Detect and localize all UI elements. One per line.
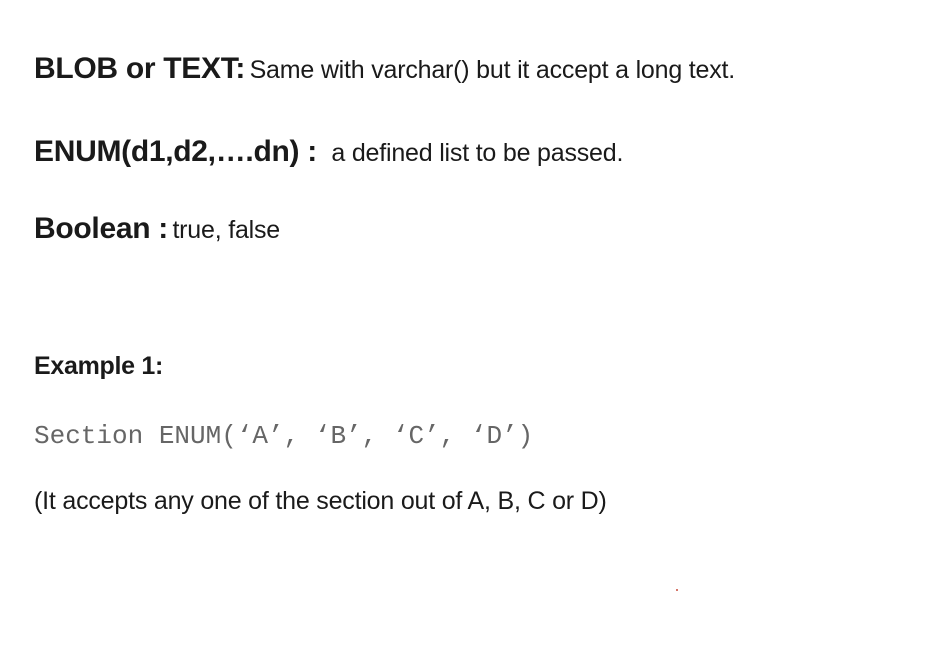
example-note: (It accepts any one of the section out o… (34, 487, 607, 515)
definition-term: BLOB or TEXT: (34, 52, 246, 85)
definition-term: Boolean : (34, 212, 168, 245)
definition-term: ENUM(d1,d2,….dn) : (34, 135, 317, 168)
definition-blob-text: BLOB or TEXT: Same with varchar() but it… (34, 52, 735, 86)
decorative-dot (676, 589, 678, 591)
definition-description: Same with varchar() but it accept a long… (249, 56, 736, 84)
definition-boolean: Boolean : true, false (34, 212, 280, 246)
definition-enum: ENUM(d1,d2,….dn) : a defined list to be … (34, 135, 623, 169)
example-code: Section ENUM(‘A’, ‘B’, ‘C’, ‘D’) (34, 421, 534, 451)
example-heading: Example 1: (34, 352, 164, 380)
slide: BLOB or TEXT: Same with varchar() but it… (0, 0, 928, 668)
definition-description: true, false (172, 216, 281, 244)
definition-description: a defined list to be passed. (331, 139, 624, 167)
